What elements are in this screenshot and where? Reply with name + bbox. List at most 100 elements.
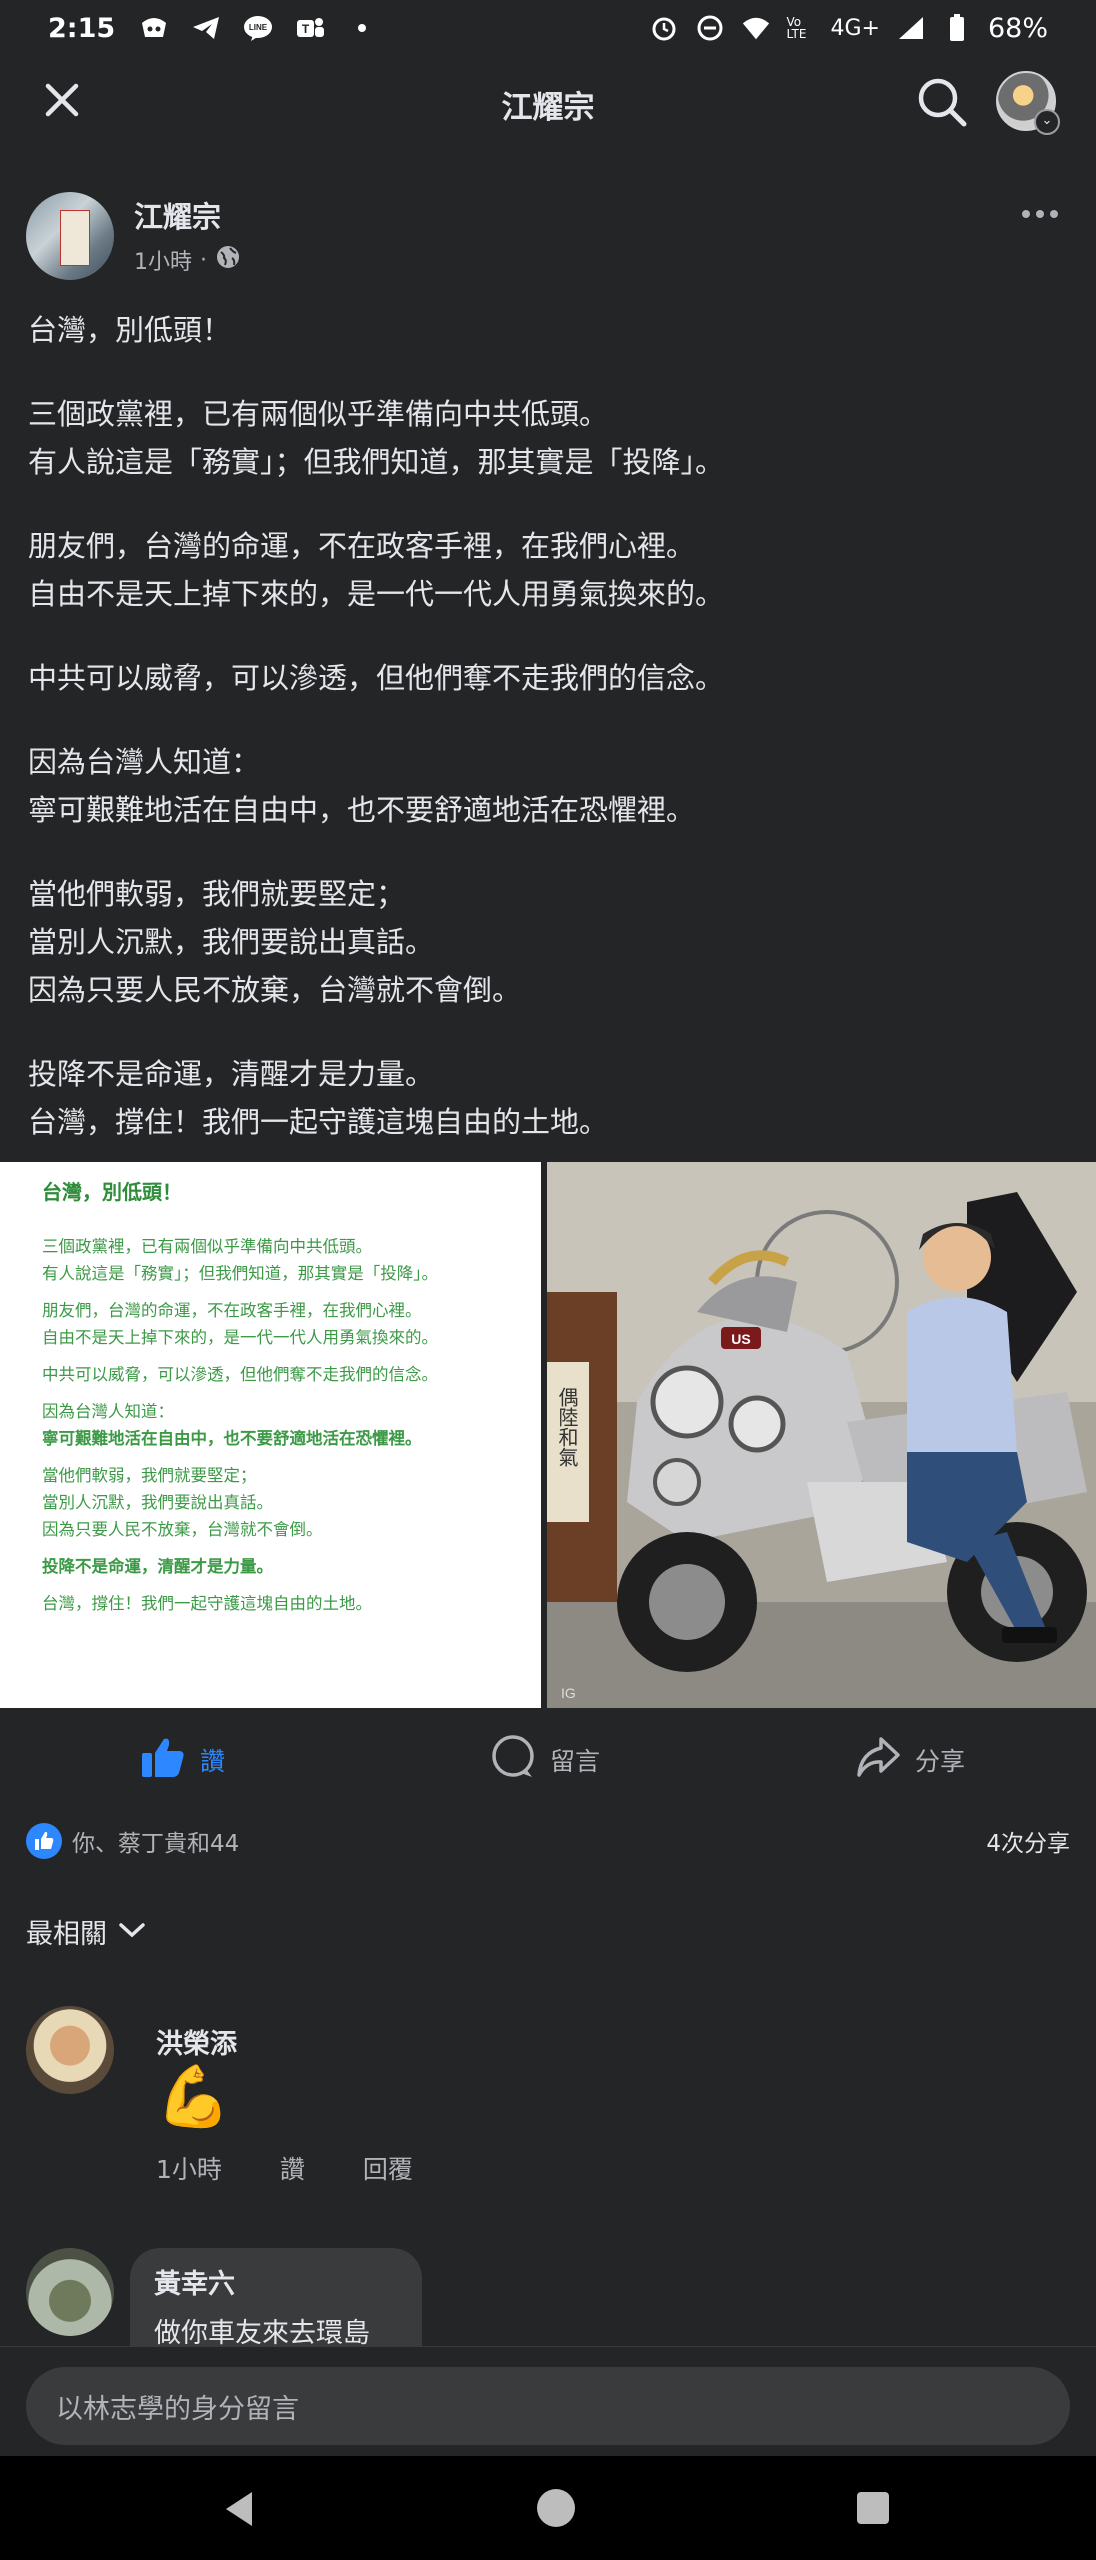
post-time[interactable]: 1小時 <box>134 244 192 276</box>
text-image-line: 朋友們，台灣的命運，不在政客手裡，在我們心裡。 <box>42 1301 422 1320</box>
post-paragraph: 台灣，別低頭！ <box>28 306 1068 354</box>
app-icon <box>139 15 169 41</box>
dot-icon <box>347 15 377 41</box>
commenter-avatar[interactable] <box>26 2248 114 2336</box>
post-line: 投降不是命運，清醒才是力量。 <box>28 1057 435 1091</box>
battery-icon <box>942 14 972 41</box>
search-icon[interactable] <box>914 74 970 130</box>
text-image-gap <box>42 1388 523 1398</box>
meta-separator: · <box>200 247 207 273</box>
wifi-icon <box>741 15 771 41</box>
commenter-avatar[interactable] <box>26 2006 114 2094</box>
text-image-line: 台灣，撐住！我們一起守護這塊自由的土地。 <box>42 1594 372 1613</box>
comment-input[interactable]: 以林志學的身分留言 <box>26 2367 1070 2445</box>
comment-button[interactable]: 留言 <box>490 1728 600 1792</box>
top-app-bar: 江耀宗 ⌄ <box>0 56 1096 144</box>
text-image-gap <box>42 1351 523 1361</box>
text-image-gap <box>42 1452 523 1462</box>
post-text: 台灣，別低頭！ 三個政黨裡，已有兩個似乎準備向中共低頭。有人說這是「務實」；但我們… <box>28 306 1068 1182</box>
author-avatar[interactable] <box>26 192 114 280</box>
calligraphy-text: 偶陸和氣 <box>555 1387 579 1467</box>
svg-text:IG: IG <box>561 1685 576 1701</box>
text-image-line: 因為只要人民不放棄，台灣就不會倒。 <box>42 1520 323 1539</box>
bike-badge-text: US <box>731 1331 750 1347</box>
post-author-name[interactable]: 江耀宗 <box>134 194 221 236</box>
volte-label: Vo LTE <box>786 15 807 41</box>
reactions-summary[interactable]: 你、蔡丁貴和44 4次分享 <box>26 1818 1070 1864</box>
text-image-line: 因為台灣人知道： <box>42 1402 174 1421</box>
text-image-line: 寧可艱難地活在自由中，也不要舒適地活在恐懼裡。 <box>42 1429 422 1448</box>
more-options-icon[interactable] <box>1022 204 1070 224</box>
share-button[interactable]: 分享 <box>855 1728 965 1792</box>
comment-item: 黃幸六 做你車友來去環島 <box>26 2248 1070 2349</box>
post-paragraph: 三個政黨裡，已有兩個似乎準備向中共低頭。有人說這是「務實」；但我們知道，那其實是… <box>28 390 1068 486</box>
line-icon: LINE <box>243 15 273 41</box>
battery-percent: 68% <box>987 12 1048 44</box>
share-count[interactable]: 4次分享 <box>986 1824 1070 1858</box>
comment-sort-dropdown[interactable]: 最相關 <box>26 1912 147 1951</box>
home-circle-icon[interactable] <box>537 2489 575 2527</box>
post-line: 當他們軟弱，我們就要堅定； <box>28 877 406 911</box>
profile-avatar-button[interactable]: ⌄ <box>996 71 1060 135</box>
post-line: 因為台灣人知道： <box>28 745 261 779</box>
text-image-gap <box>42 1287 523 1297</box>
text-image-line: 投降不是命運，清醒才是力量。 <box>42 1557 273 1576</box>
share-arrow-icon <box>855 1735 901 1785</box>
post-line: 因為只要人民不放棄，台灣就不會倒。 <box>28 973 522 1007</box>
comment-bubble-icon <box>490 1734 536 1786</box>
post-paragraph: 朋友們，台灣的命運，不在政客手裡，在我們心裡。 自由不是天上掉下來的，是一代一代人… <box>28 522 1068 618</box>
comment-composer-bar: 以林志學的身分留言 <box>0 2346 1096 2456</box>
share-label: 分享 <box>915 1747 966 1776</box>
recent-square-icon[interactable] <box>857 2492 889 2524</box>
comment-meta: 1小時 讚 回覆 <box>156 2150 413 2186</box>
svg-text:T: T <box>302 22 310 36</box>
post-paragraph: 當他們軟弱，我們就要堅定； 當別人沉默，我們要說出真話。因為只要人民不放棄，台灣就… <box>28 870 1068 1014</box>
text-image-gap <box>42 1580 523 1590</box>
network-label: 4G+ <box>830 15 880 41</box>
post-line: 台灣，撐住！我們一起守護這塊自由的土地。 <box>28 1105 609 1139</box>
post-media[interactable]: 台灣，別低頭！ 三個政黨裡，已有兩個似乎準備向中共低頭。 有人說這是「務實」；但我… <box>0 1162 1096 1708</box>
post-line: 有人說這是「務實」；但我們知道，那其實是「投降」。 <box>28 445 725 479</box>
comment-reply-button[interactable]: 回覆 <box>363 2150 413 2186</box>
post-actions: 讚 留言 分享 <box>0 1728 1096 1792</box>
post-paragraph: 因為台灣人知道： 寧可艱難地活在自由中，也不要舒適地活在恐懼裡。 <box>28 738 1068 834</box>
post-paragraph: 中共可以威脅，可以滲透，但他們奪不走我們的信念。 <box>28 654 1068 702</box>
comment-item: 洪榮添 💪 1小時 讚 回覆 <box>26 2006 1070 2186</box>
back-triangle-icon[interactable] <box>222 2490 256 2532</box>
text-image-line: 有人說這是「務實」；但我們知道，那其實是「投降」。 <box>42 1264 438 1283</box>
post-header: 江耀宗 1小時 · <box>26 192 1070 282</box>
text-image[interactable]: 台灣，別低頭！ 三個政黨裡，已有兩個似乎準備向中共低頭。 有人說這是「務實」；但我… <box>0 1162 541 1708</box>
signal-icon <box>896 15 926 41</box>
like-reaction-icon <box>26 1823 62 1859</box>
like-label: 讚 <box>200 1747 226 1776</box>
thumbs-up-icon <box>140 1735 186 1785</box>
motorcycle-photo[interactable]: 偶陸和氣 US IG <box>547 1162 1096 1708</box>
text-image-line: 自由不是天上掉下來的，是一代一代人用勇氣換來的。 <box>42 1328 438 1347</box>
system-icons: Vo LTE 4G+ 68% <box>649 12 1048 44</box>
commenter-name[interactable]: 黃幸六 <box>154 2262 398 2301</box>
notification-icons: LINE T <box>139 15 377 41</box>
post-line: 中共可以威脅，可以滲透，但他們奪不走我們的信念。 <box>28 661 725 695</box>
comment-bubble[interactable]: 黃幸六 做你車友來去環島 <box>130 2248 422 2349</box>
telegram-icon <box>191 15 221 41</box>
text-image-lines: 三個政黨裡，已有兩個似乎準備向中共低頭。 有人說這是「務實」；但我們知道，那其實是… <box>42 1233 523 1617</box>
comment-label: 留言 <box>550 1747 601 1776</box>
chevron-down-icon <box>117 1916 147 1947</box>
text-image-line: 中共可以威脅，可以滲透，但他們奪不走我們的信念。 <box>42 1365 438 1384</box>
svg-text:LINE: LINE <box>249 23 268 32</box>
globe-icon <box>215 244 241 276</box>
post-line: 台灣，別低頭！ <box>28 313 232 347</box>
status-time: 2:15 <box>48 12 116 44</box>
alarm-icon <box>649 15 679 41</box>
comment-like-button[interactable]: 讚 <box>280 2150 305 2186</box>
comment-time: 1小時 <box>156 2155 222 2184</box>
post-line: 三個政黨裡，已有兩個似乎準備向中共低頭。 <box>28 397 609 431</box>
commenter-name[interactable]: 洪榮添 <box>156 2022 237 2061</box>
post-line: 當別人沉默，我們要說出真話。 <box>28 925 435 959</box>
post-paragraph: 投降不是命運，清醒才是力量。台灣，撐住！我們一起守護這塊自由的土地。 <box>28 1050 1068 1146</box>
reactions-text: 你、蔡丁貴和44 <box>72 1831 240 1857</box>
like-button[interactable]: 讚 <box>140 1728 225 1792</box>
status-bar: 2:15 LINE T Vo LTE 4G+ 68% <box>0 0 1096 56</box>
post-line: 寧可艱難地活在自由中，也不要舒適地活在恐懼裡。 <box>28 793 696 827</box>
teams-icon: T <box>295 15 325 41</box>
